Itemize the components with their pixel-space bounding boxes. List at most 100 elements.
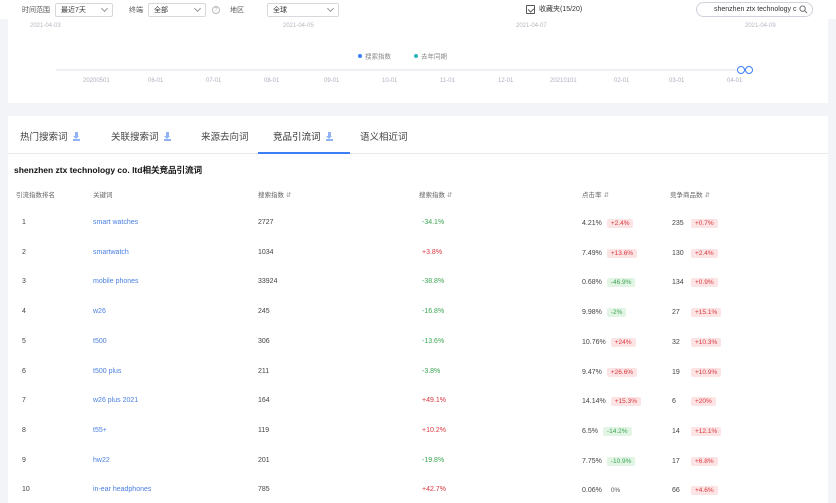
competitor-cell: 32 +10.3% <box>672 337 722 347</box>
tab-4[interactable]: 语义相近词 <box>360 129 408 143</box>
keyword-panel: 热门搜索词 关联搜索词 来源去向词 竞品引流词 语义相近词 shenzhen ztx t… <box>8 116 828 503</box>
index-change-cell: -3.8% <box>422 367 441 375</box>
competitor-change-badge: +2.4% <box>691 248 718 258</box>
chevron-down-icon <box>193 4 202 12</box>
competitor-cell: 66 +4.6% <box>672 486 718 496</box>
index-change-cell: +10.2% <box>422 426 446 434</box>
slider-tick-label: 10-01 <box>382 78 398 84</box>
tab-label: 热门搜索词 <box>20 132 68 143</box>
table-row: 7 w26 plus 2021 164 +49.1% 14.14% +15.3% 6 +20% <box>8 388 828 417</box>
keyword-link[interactable]: t500 <box>93 338 107 345</box>
rank-cell: 10 <box>22 486 30 494</box>
competitor-cell: 14 +12.1% <box>672 426 722 436</box>
filter-bar: 时间范围 最近7天 终端 全部 ? 地区 全球 收藏夹(15/20) shenz… <box>0 0 836 19</box>
ctr-value: 0.06% <box>582 487 602 495</box>
competitor-cell: 19 +10.9% <box>672 367 722 377</box>
rank-cell: 9 <box>22 456 26 464</box>
tab-label: 关联搜索词 <box>111 132 159 143</box>
competitor-change-badge: +10.9% <box>691 367 722 377</box>
index-change-cell: -13.6% <box>422 337 445 345</box>
header-rank: 引流指数排名 <box>16 192 55 199</box>
index-change-cell: -38.8% <box>422 278 445 286</box>
header-competitors[interactable]: 竞争商品数 ⇵ <box>670 189 710 199</box>
keyword-link[interactable]: smart watches <box>93 219 138 226</box>
table-header: 引流指数排名 关键词 搜索指数 ⇵ 搜索指数 ⇵ 点击率 ⇵ 竞争商品数 ⇵ <box>8 186 828 202</box>
ctr-change-badge: +15.3% <box>610 397 641 407</box>
competitor-value: 134 <box>672 279 684 287</box>
header-keyword: 关键词 <box>93 192 113 199</box>
slider-tick-label: 09-01 <box>324 78 340 84</box>
ctr-cell: 9.98% -2% <box>582 308 627 318</box>
competitor-cell: 17 +6.8% <box>672 456 718 466</box>
competitor-value: 32 <box>672 338 680 346</box>
competitor-change-badge: +4.6% <box>691 486 718 496</box>
top-date-label: 2021-04-03 <box>30 23 61 29</box>
ctr-cell: 10.76% +24% <box>582 337 636 347</box>
competitor-cell: 130 +2.4% <box>672 248 718 258</box>
table-row: 5 t500 306 -13.6% 10.76% +24% 32 +10.3% <box>8 329 828 358</box>
rank-cell: 7 <box>22 397 26 405</box>
range-handle-start[interactable] <box>737 66 745 74</box>
ctr-change-badge: -2% <box>606 308 627 318</box>
header-index-change[interactable]: 搜索指数 ⇵ <box>419 189 452 199</box>
competitor-value: 130 <box>672 249 684 257</box>
download-icon[interactable] <box>72 131 80 141</box>
rank-cell: 1 <box>22 219 26 226</box>
keyword-link[interactable]: hw22 <box>93 457 110 464</box>
channel-select[interactable]: 全部 <box>148 2 206 17</box>
search-icon[interactable] <box>799 5 808 14</box>
table-row: 6 t500 plus 211 -3.8% 9.47% +26.6% 19 +10.9% <box>8 359 828 388</box>
index-cell: 2727 <box>258 219 274 226</box>
region-select[interactable]: 全球 <box>267 2 339 17</box>
header-ctr[interactable]: 点击率 ⇵ <box>582 189 609 199</box>
competitor-cell: 6 +20% <box>672 397 716 407</box>
ctr-change-badge: +2.4% <box>606 219 634 228</box>
table-row: 9 hw22 201 -19.8% 7.75% -10.9% 17 +6.8% <box>8 448 828 477</box>
table-row: 10 in-ear headphones 785 +42.7% 0.06% 0% 66 +4.… <box>8 477 828 503</box>
download-icon[interactable] <box>325 131 333 141</box>
index-cell: 211 <box>258 367 270 375</box>
keyword-link[interactable]: t500 plus <box>93 368 121 375</box>
trend-chart: 2021-04-03 2021-04-05 2021-04-07 2021-04-09… <box>8 19 828 103</box>
competitor-value: 14 <box>672 427 680 435</box>
collect-button[interactable]: 收藏夹(15/20) <box>526 4 582 14</box>
top-date-label: 2021-04-07 <box>516 23 547 29</box>
trend-chart-svg: 2021-04-03 2021-04-05 2021-04-07 2021-04-09… <box>30 23 776 84</box>
chevron-down-icon <box>100 4 109 12</box>
info-icon[interactable]: ? <box>212 5 220 14</box>
competitor-value: 235 <box>672 220 684 227</box>
tab-2[interactable]: 来源去向词 <box>201 129 249 143</box>
rank-cell: 3 <box>22 278 26 286</box>
tab-3[interactable]: 竞品引流词 <box>273 129 333 143</box>
rank-cell: 4 <box>22 308 26 316</box>
slider-tick-label: 03-01 <box>669 78 685 84</box>
keyword-link[interactable]: w26 <box>93 308 106 315</box>
time-range-label: 时间范围 <box>22 6 50 14</box>
keyword-link[interactable]: t55+ <box>93 427 107 434</box>
competitor-cell: 134 +0.9% <box>672 278 718 288</box>
range-handle-end[interactable] <box>745 66 753 74</box>
keyword-link[interactable]: mobile phones <box>93 278 139 285</box>
header-index[interactable]: 搜索指数 ⇵ <box>258 189 291 199</box>
time-range-select[interactable]: 最近7天 <box>55 2 113 17</box>
slider-tick-label: 20210101 <box>550 78 577 84</box>
channel-label: 终端 <box>129 6 143 14</box>
keyword-link[interactable]: smartwatch <box>93 249 129 256</box>
ctr-change-badge: -46.9% <box>606 278 636 288</box>
rank-cell: 5 <box>22 337 26 345</box>
collect-label: 收藏夹(15/20) <box>539 6 583 13</box>
competitor-value: 17 <box>672 457 680 465</box>
search-input[interactable]: shenzhen ztx technology c <box>696 2 813 17</box>
keyword-link[interactable]: w26 plus 2021 <box>93 397 138 404</box>
ctr-cell: 4.21% +2.4% <box>582 219 634 228</box>
ctr-value: 10.76% <box>582 338 606 346</box>
tab-1[interactable]: 关联搜索词 <box>111 129 171 143</box>
ctr-value: 7.49% <box>582 249 602 257</box>
slider-tick-label: 02-01 <box>614 78 630 84</box>
tab-0[interactable]: 热门搜索词 <box>20 129 80 143</box>
competitor-value: 19 <box>672 368 680 376</box>
keyword-link[interactable]: in-ear headphones <box>93 486 151 493</box>
range-slider-track[interactable] <box>56 69 751 71</box>
download-icon[interactable] <box>163 131 171 141</box>
ctr-value: 4.21% <box>582 220 602 227</box>
